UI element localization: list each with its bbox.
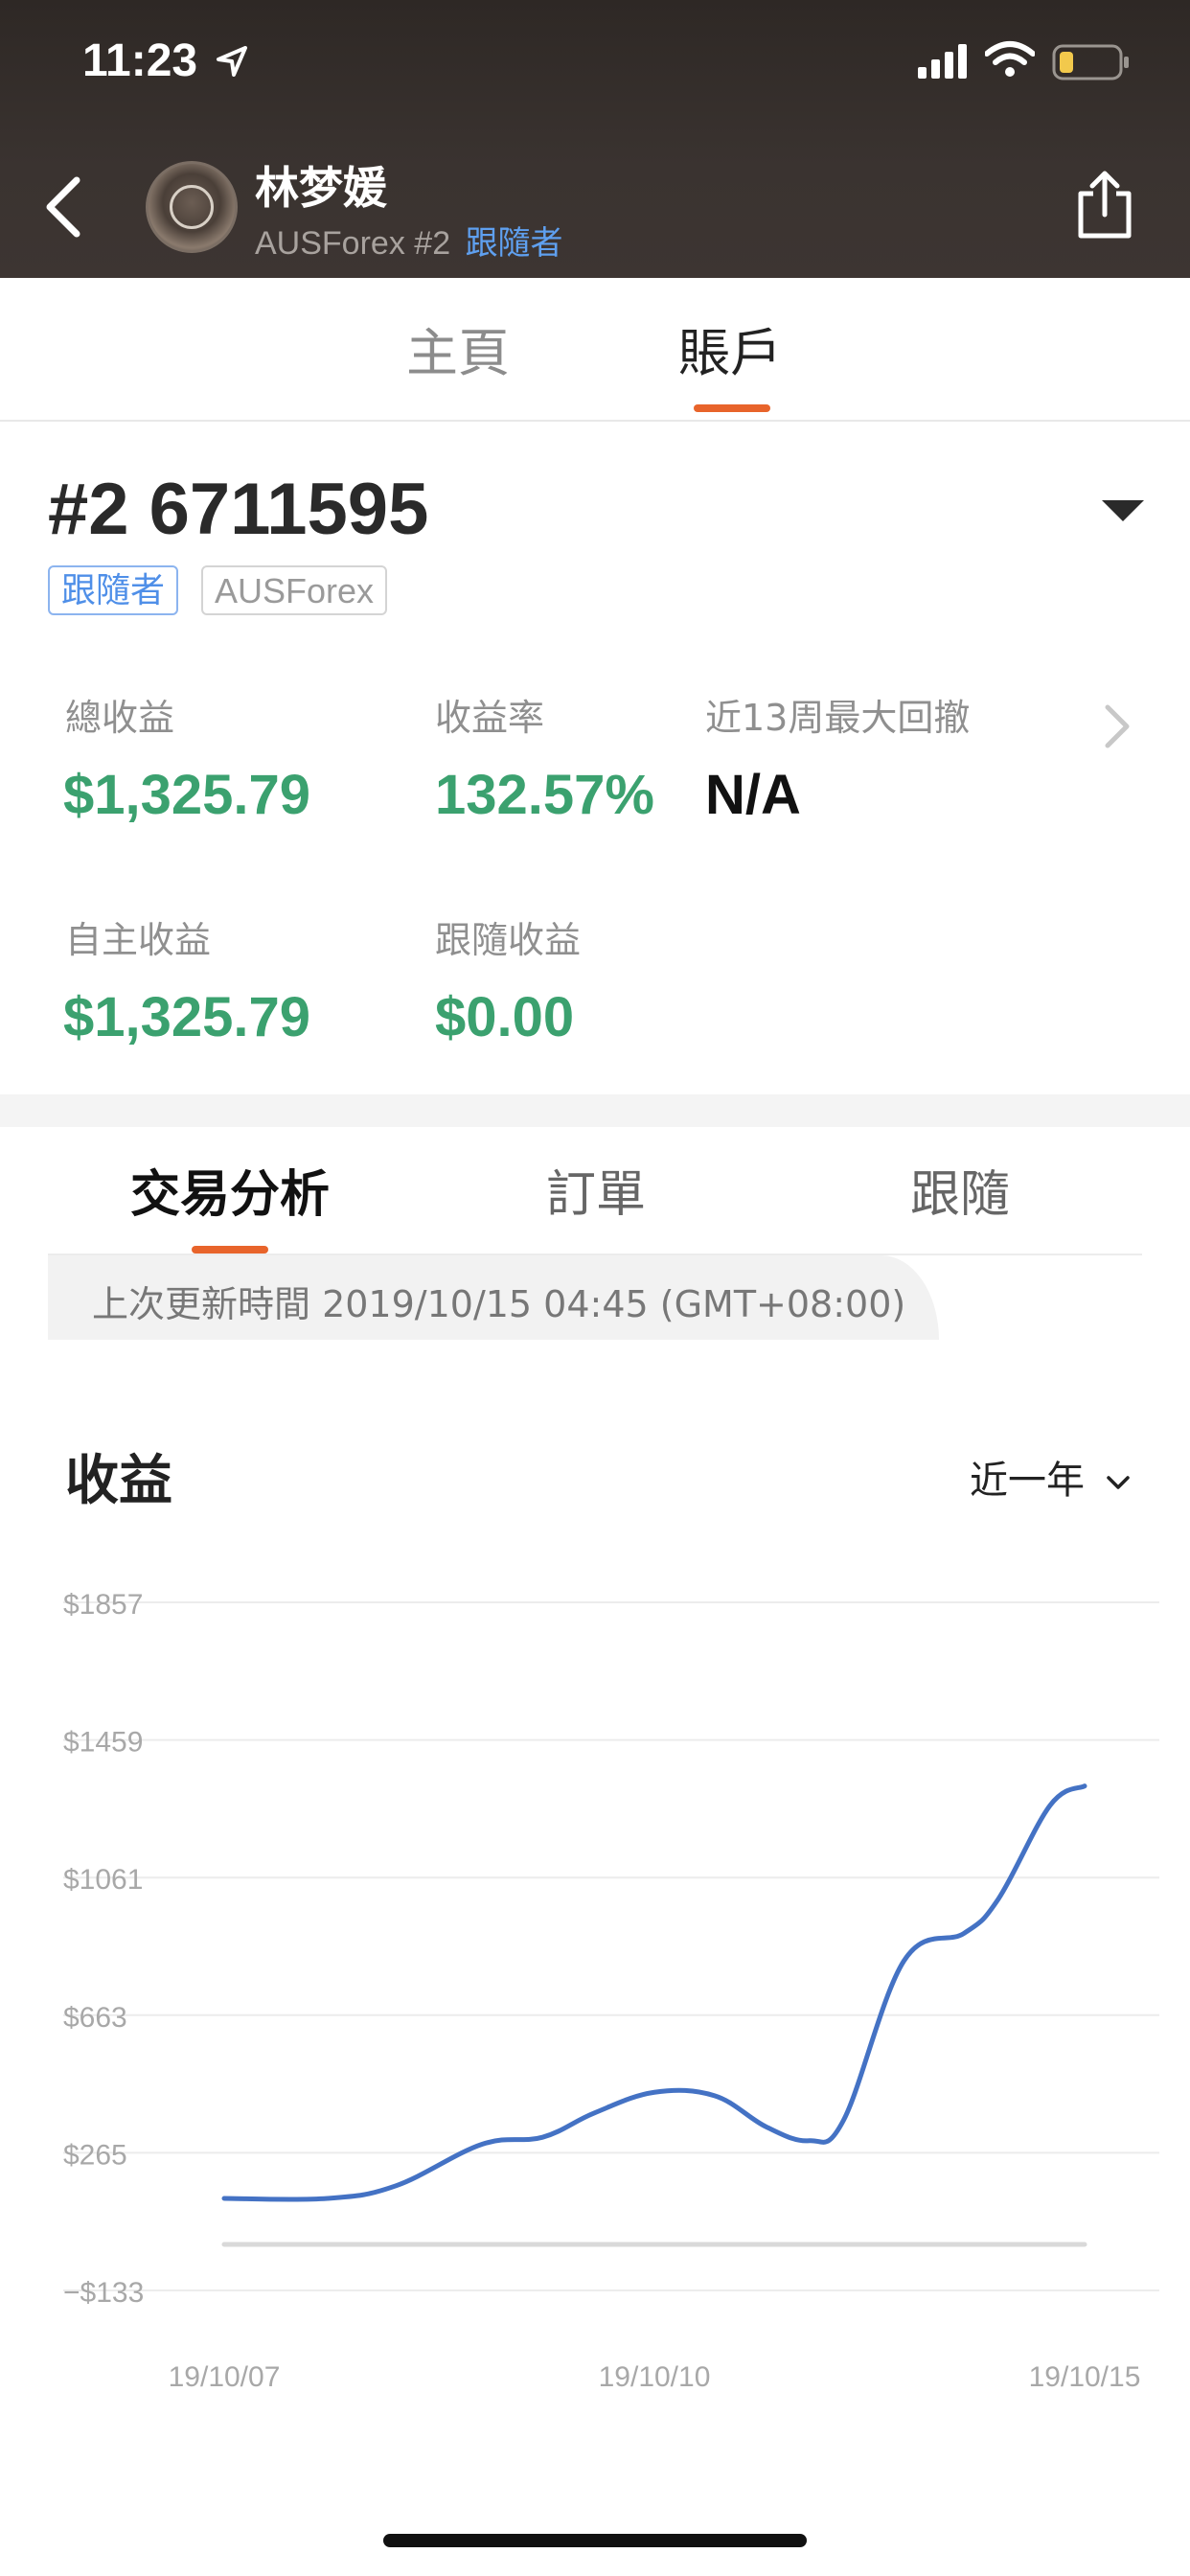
share-button[interactable]	[1075, 169, 1134, 240]
period-select[interactable]: 近一年	[970, 1449, 1132, 1505]
tab-account[interactable]: 賬戶	[678, 310, 782, 386]
y-tick-label: $265	[63, 2139, 127, 2171]
x-tick-label: 19/10/07	[169, 2361, 281, 2393]
chart-title: 收益	[65, 1450, 172, 1512]
home-indicator	[383, 2534, 807, 2547]
top-header: 11:23 林梦媛 AUSForex #2 跟隨者	[0, 0, 1190, 278]
section-divider	[0, 1094, 1190, 1127]
y-tick-label: $1459	[63, 1727, 143, 1759]
broker-name: AUSForex	[255, 225, 405, 262]
cellular-signal-icon	[918, 44, 967, 79]
chevron-right-icon[interactable]	[1100, 700, 1134, 753]
tab-orders[interactable]: 訂單	[546, 1154, 646, 1226]
top-tabs: 主頁 賬戶	[0, 278, 1190, 422]
avatar-emblem	[170, 185, 214, 229]
max-drawdown-label: 近13周最大回撤	[705, 697, 971, 739]
return-rate-label: 收益率	[435, 697, 545, 739]
total-profit-value: $1,325.79	[63, 764, 311, 826]
avatar[interactable]	[146, 161, 238, 253]
tab-home[interactable]: 主頁	[406, 310, 510, 386]
user-name: 林梦媛	[255, 162, 387, 214]
sub-tab-active-indicator	[192, 1246, 268, 1254]
status-time: 11:23	[82, 35, 198, 86]
y-tick-label: $663	[63, 2002, 127, 2034]
self-profit-label: 自主收益	[65, 919, 212, 961]
self-profit-value: $1,325.79	[63, 986, 311, 1048]
x-tick-label: 19/10/15	[1029, 2361, 1141, 2393]
return-rate-value: 132.57%	[435, 764, 654, 826]
wifi-icon	[985, 41, 1035, 77]
update-info-bar: 上次更新時間 2019/10/15 04:45 (GMT+08:00)	[48, 1255, 939, 1340]
user-role-link[interactable]: 跟隨者	[466, 224, 563, 263]
tag-role: 跟隨者	[48, 565, 179, 615]
chevron-down-icon	[1106, 1476, 1130, 1489]
profit-series-line	[221, 1783, 1087, 2202]
y-tick-label: $1061	[63, 1864, 143, 1896]
x-tick-label: 19/10/10	[599, 2361, 711, 2393]
tag-broker: AUSForex	[201, 565, 388, 615]
account-dropdown-triangle-icon[interactable]	[1102, 500, 1144, 521]
total-profit-label: 總收益	[65, 697, 175, 739]
account-number: #2 6711595	[48, 469, 429, 550]
account-index: #2	[414, 225, 451, 262]
y-tick-label: $1857	[63, 1589, 143, 1621]
max-drawdown-value: N/A	[705, 764, 801, 826]
location-arrow-icon	[217, 46, 247, 77]
back-button[interactable]	[38, 171, 92, 243]
user-subtitle: AUSForex #2 跟隨者	[255, 217, 563, 264]
y-tick-label: −$133	[63, 2277, 144, 2309]
battery-icon	[1052, 44, 1129, 80]
follow-profit-value: $0.00	[435, 986, 575, 1048]
tab-trade-analysis[interactable]: 交易分析	[130, 1154, 330, 1226]
tab-active-indicator	[694, 404, 770, 412]
follow-profit-label: 跟隨收益	[435, 919, 582, 961]
tab-follow[interactable]: 跟隨	[910, 1154, 1010, 1226]
update-time-text: 上次更新時間 2019/10/15 04:45 (GMT+08:00)	[92, 1283, 906, 1325]
period-select-value: 近一年	[970, 1459, 1085, 1503]
profit-line-chart: −$133 $265 $663 $1061 $1459 $1857 19/10/07 19/1…	[63, 1589, 1159, 2393]
